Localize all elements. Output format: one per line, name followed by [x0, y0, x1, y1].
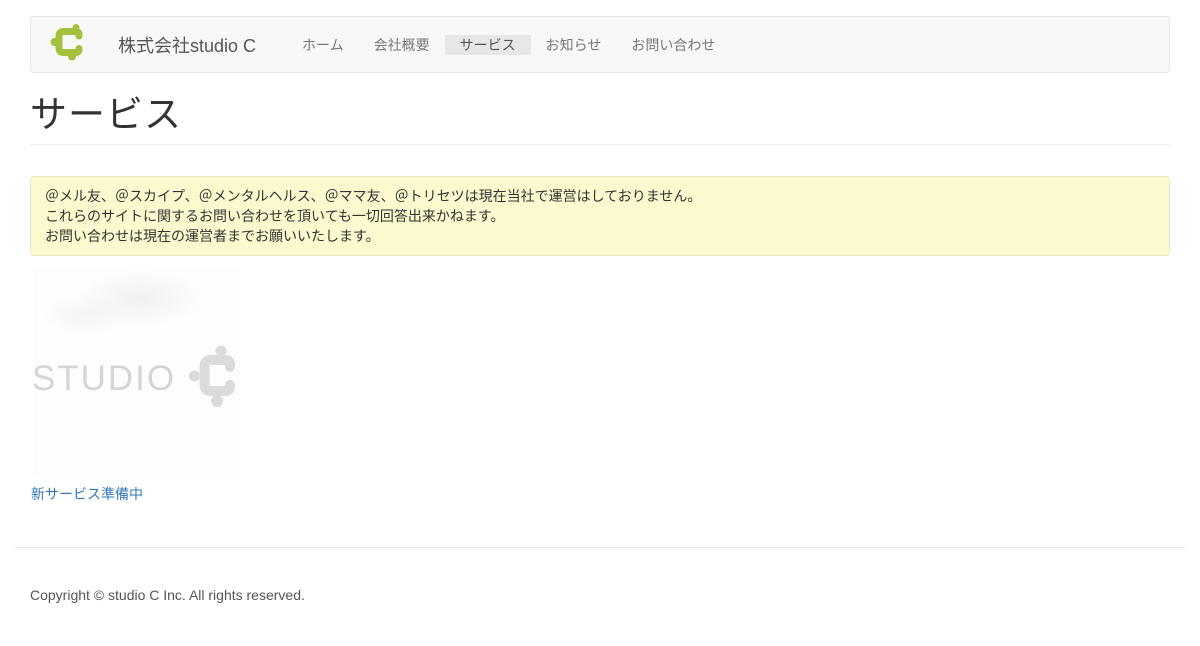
notice-line: ＠メル友、＠スカイプ、＠メンタルヘルス、＠ママ友、＠トリセツは現在当社で運営はし… — [45, 188, 702, 204]
new-service-link[interactable]: 新サービス準備中 — [31, 484, 143, 504]
nav-item-news[interactable]: お知らせ — [531, 35, 617, 55]
brand-logo-icon — [50, 23, 88, 66]
notice-box: ＠メル友、＠スカイプ、＠メンタルヘルス、＠ママ友、＠トリセツは現在当社で運営はし… — [30, 176, 1170, 256]
nav-item-contact[interactable]: お問い合わせ — [616, 35, 730, 55]
nav-menu: ホーム 会社概要 サービス お知らせ お問い合わせ — [287, 34, 730, 55]
nav-item-services[interactable]: サービス — [444, 34, 531, 55]
brand-logo-link[interactable] — [50, 23, 88, 66]
footer-divider — [15, 547, 1185, 548]
notice-line: お問い合わせは現在の運営者までお願いいたします。 — [45, 228, 380, 244]
notice-line: これらのサイトに関するお問い合わせを頂いても一切回答出来かねます。 — [45, 208, 505, 224]
page-title: サービス — [30, 94, 182, 135]
studio-wordmark: STUDIO — [31, 359, 177, 398]
nav-item-company[interactable]: 会社概要 — [359, 35, 445, 55]
studio-c-logo-icon — [189, 343, 241, 414]
page-root: 株式会社studio C ホーム 会社概要 サービス お知らせ お問い合わせ サ… — [0, 16, 1200, 603]
service-image: STUDIO — [31, 269, 241, 478]
nav-item-home[interactable]: ホーム — [287, 35, 359, 55]
brand-name[interactable]: 株式会社studio C — [118, 32, 256, 58]
copyright-text: Copyright © studio C Inc. All rights res… — [30, 587, 305, 603]
navbar: 株式会社studio C ホーム 会社概要 サービス お知らせ お問い合わせ — [30, 16, 1170, 73]
page-header: サービス — [30, 95, 1170, 145]
